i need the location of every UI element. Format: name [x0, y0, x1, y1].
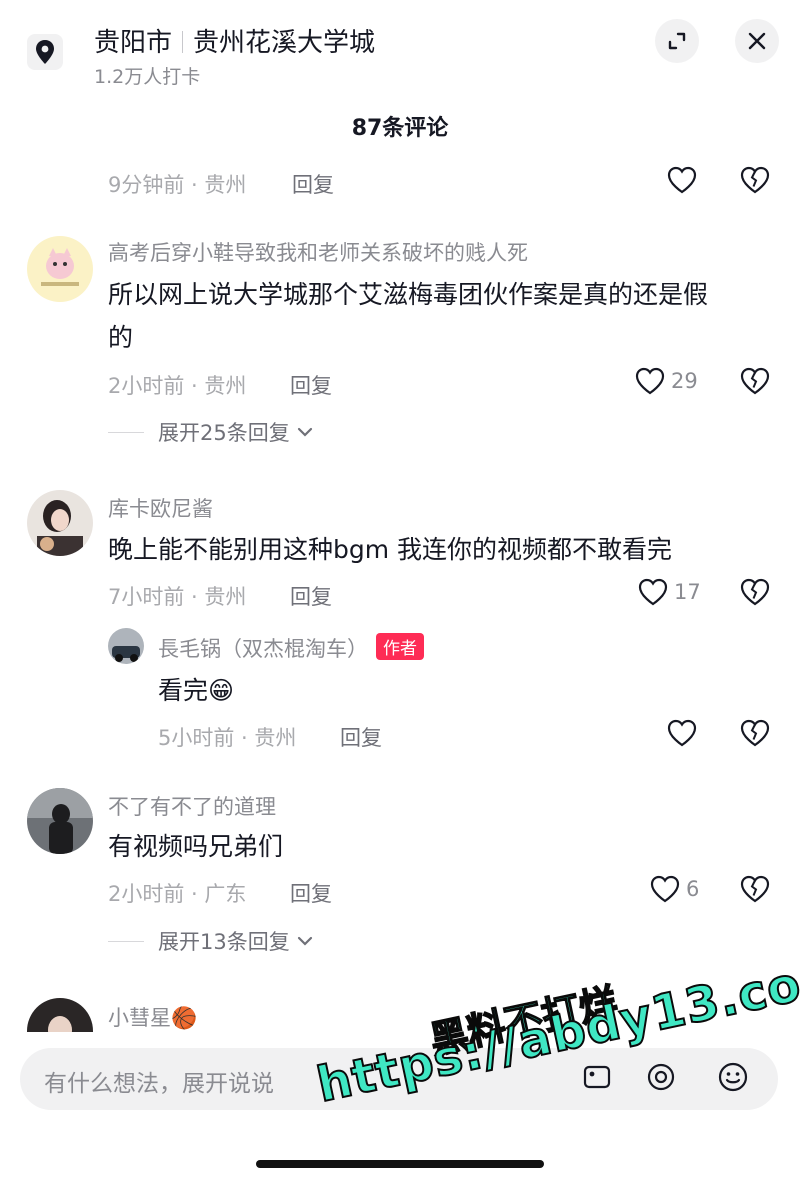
broken-heart-icon	[740, 578, 770, 606]
at-icon	[647, 1063, 675, 1091]
heart-icon	[648, 872, 682, 906]
location-title[interactable]: 贵阳市 贵州花溪大学城	[94, 22, 375, 59]
reply-text: 看完😁	[158, 676, 235, 705]
avatar[interactable]	[27, 236, 93, 302]
chevron-down-icon	[297, 936, 312, 946]
expand-icon	[668, 32, 686, 50]
comment-username[interactable]: 库卡欧尼酱	[108, 493, 213, 523]
avatar[interactable]	[108, 628, 144, 664]
avatar[interactable]	[27, 788, 93, 854]
dislike-button[interactable]	[738, 716, 772, 750]
comment-input-placeholder[interactable]: 有什么想法，展开说说	[44, 1064, 274, 1098]
emoji-button[interactable]	[716, 1060, 750, 1094]
comment-meta: 2小时前 · 贵州	[108, 374, 247, 398]
comment-text: 所以网上说大学城那个艾滋梅毒团伙作案是真的还是假	[108, 280, 709, 309]
mention-button[interactable]	[644, 1060, 678, 1094]
comment-meta: 7小时前 · 贵州	[108, 585, 247, 609]
close-button[interactable]	[735, 19, 779, 63]
broken-heart-icon	[740, 367, 770, 395]
heart-icon	[667, 166, 697, 194]
expand-replies-label: 展开13条回复	[158, 930, 290, 954]
reply-button[interactable]: 回复	[290, 370, 332, 400]
comment-text-continued: 的	[108, 323, 134, 352]
divider-line	[108, 431, 144, 433]
expand-replies-button[interactable]: 展开13条回复	[108, 926, 314, 956]
dislike-button[interactable]	[738, 575, 772, 609]
author-badge: 作者	[376, 633, 424, 660]
heart-icon	[636, 575, 670, 609]
broken-heart-icon	[740, 875, 770, 903]
like-button[interactable]: 17	[636, 575, 701, 609]
dislike-button[interactable]	[738, 364, 772, 398]
image-button[interactable]	[580, 1060, 614, 1094]
comment-text: 晚上能不能别用这种bgm 我连你的视频都不敢看完	[108, 535, 673, 564]
like-count: 17	[674, 580, 701, 604]
dislike-button[interactable]	[738, 163, 772, 197]
reply-button[interactable]: 回复	[290, 878, 332, 908]
like-button[interactable]: 6	[648, 872, 699, 906]
home-indicator	[256, 1160, 544, 1168]
comment-meta: 5小时前 · 贵州	[158, 726, 297, 750]
dislike-button[interactable]	[738, 872, 772, 906]
avatar[interactable]	[27, 998, 93, 1032]
reply-button[interactable]: 回复	[292, 169, 334, 199]
chevron-down-icon	[297, 427, 312, 437]
comment-meta: 9分钟前 · 贵州	[108, 173, 247, 197]
checkin-count: 1.2万人打卡	[94, 66, 201, 88]
comment-text: 有视频吗兄弟们	[108, 832, 284, 861]
like-button[interactable]: 29	[633, 364, 698, 398]
comment-username[interactable]: 小彗星🏀	[108, 1002, 197, 1032]
reply-button[interactable]: 回复	[290, 581, 332, 611]
like-button[interactable]	[665, 163, 699, 197]
title-divider	[182, 31, 184, 53]
like-button[interactable]	[665, 716, 699, 750]
broken-heart-icon	[740, 719, 770, 747]
reply-button[interactable]: 回复	[340, 722, 382, 752]
comment-meta: 2小时前 · 广东	[108, 882, 247, 906]
close-icon	[748, 32, 766, 50]
image-icon	[583, 1065, 611, 1089]
expand-replies-label: 展开25条回复	[158, 421, 290, 445]
city-name: 贵阳市	[94, 28, 173, 58]
like-count: 29	[671, 369, 698, 393]
heart-icon	[633, 364, 667, 398]
reply-username[interactable]: 長毛锅（双杰棍淘车） 作者	[158, 633, 424, 663]
comment-username[interactable]: 不了有不了的道理	[108, 791, 276, 821]
divider-line	[108, 940, 144, 942]
like-count: 6	[686, 877, 700, 901]
avatar[interactable]	[27, 490, 93, 556]
smile-icon	[718, 1062, 748, 1092]
location-pin-icon	[27, 34, 63, 70]
comment-count-title: 87条评论	[351, 116, 449, 141]
expand-button[interactable]	[655, 19, 699, 63]
comment-username[interactable]: 高考后穿小鞋导致我和老师关系破坏的贱人死	[108, 237, 528, 267]
reply-username-text: 長毛锅（双杰棍淘车）	[158, 637, 368, 661]
broken-heart-icon	[740, 166, 770, 194]
heart-icon	[667, 719, 697, 747]
expand-replies-button[interactable]: 展开25条回复	[108, 417, 314, 447]
place-name: 贵州花溪大学城	[193, 28, 376, 58]
